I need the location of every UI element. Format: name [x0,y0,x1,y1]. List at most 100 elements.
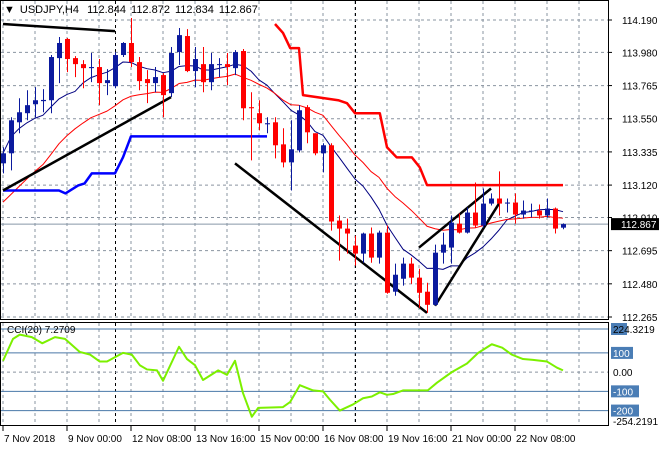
candle[interactable] [473,182,478,228]
candle[interactable] [33,87,38,118]
candle[interactable] [233,50,238,76]
candle[interactable] [41,89,46,113]
candle-body [105,80,110,84]
candle[interactable] [377,230,382,264]
candle[interactable] [89,53,94,83]
candle[interactable] [537,204,542,219]
candle[interactable] [241,49,246,121]
candle[interactable] [561,223,566,230]
candle[interactable] [265,117,270,134]
ohlc-high: 112.872 [131,4,170,16]
candle[interactable] [57,36,62,84]
candle[interactable] [433,244,438,306]
candle[interactable] [25,90,30,121]
time-tick-label: 21 Nov 00:00 [452,434,512,445]
candle[interactable] [289,120,294,191]
candle[interactable] [113,52,118,89]
candle-body [521,210,526,215]
candle[interactable] [361,232,366,263]
candle-body [161,75,166,96]
candle[interactable] [17,98,22,134]
candle[interactable] [417,268,422,308]
candle[interactable] [521,200,526,219]
candle[interactable] [449,215,454,264]
candle[interactable] [409,257,414,284]
cci-line [2,333,564,418]
cci-axis-label: -200 [613,407,633,418]
candle-body [113,55,118,87]
candle[interactable] [369,227,374,263]
candle[interactable] [145,70,150,104]
candle-body [433,252,438,305]
time-tick-label: 15 Nov 00:00 [260,434,320,445]
candle[interactable] [225,53,230,86]
cci-panel-frame [0,322,609,426]
candle-body [41,99,46,102]
candle-body [121,42,126,56]
price-tick-label: 113.120 [622,181,658,192]
candle[interactable] [489,193,494,206]
cci-axis[interactable]: 224.3219 100 0.00 -100 -200-254.2191 [611,323,658,428]
candle[interactable] [529,203,534,218]
candle[interactable] [65,38,70,73]
candle[interactable] [321,143,326,173]
cci-axis-label: 224.3219 [613,325,655,336]
candle[interactable] [553,207,558,234]
candle[interactable] [401,257,406,286]
candle[interactable] [497,171,502,216]
candle[interactable] [121,42,126,58]
trendline [2,22,116,33]
candle[interactable] [425,282,430,313]
candle[interactable] [177,28,182,66]
candle[interactable] [337,215,342,261]
chart-window[interactable]: 114.190 113.980 113.765 113.550 113.335 113.1… [0,0,660,450]
price-tick-label: 113.980 [622,48,658,59]
ohlc-close: 112.867 [218,4,258,16]
candle[interactable] [249,92,254,161]
cci-name: CCI(20) [7,325,43,336]
candle-body [545,208,550,216]
candle-body [561,224,566,228]
candle[interactable] [169,47,174,98]
candle-body [529,210,534,212]
candle[interactable] [545,198,550,218]
candle-body [329,145,334,222]
candle[interactable] [185,29,190,73]
candle-body [465,212,470,233]
price-chart[interactable]: 114.190 113.980 113.765 113.550 113.335 113.1… [0,0,660,450]
candle[interactable] [313,133,318,156]
candle[interactable] [281,128,286,168]
candle[interactable] [441,232,446,264]
candle[interactable] [297,105,302,153]
price-axis[interactable]: 114.190 113.980 113.765 113.550 113.335 113.1… [608,16,659,324]
candle[interactable] [257,100,262,131]
candle[interactable] [353,235,358,266]
candle-body [233,52,238,69]
candle-body [137,62,142,82]
candle-body [185,36,190,72]
candle[interactable] [393,263,398,296]
candle[interactable] [97,59,102,106]
candle[interactable] [193,47,198,88]
collapse-triangle-icon[interactable]: ▼ [4,4,15,16]
time-axis[interactable]: 7 Nov 2018 9 Nov 00:00 12 Nov 08:00 13 Nov … [2,426,576,445]
candle[interactable] [129,17,134,68]
candle[interactable] [9,117,14,171]
candle-body [497,198,502,204]
candle-body [25,105,30,114]
candle[interactable] [329,143,334,231]
candle-body [145,79,150,84]
candle[interactable] [505,198,510,213]
candle-body [473,212,478,226]
candle[interactable] [209,53,214,91]
candle[interactable] [161,73,166,118]
candle[interactable] [465,207,470,234]
cci-axis-label: 0.00 [613,368,633,379]
time-tick-label: 16 Nov 08:00 [324,434,384,445]
candle-body [177,35,182,53]
candle[interactable] [385,225,390,294]
candle[interactable] [1,147,6,174]
candle[interactable] [73,56,78,78]
time-tick-label: 19 Nov 16:00 [388,434,448,445]
candle[interactable] [305,105,310,144]
